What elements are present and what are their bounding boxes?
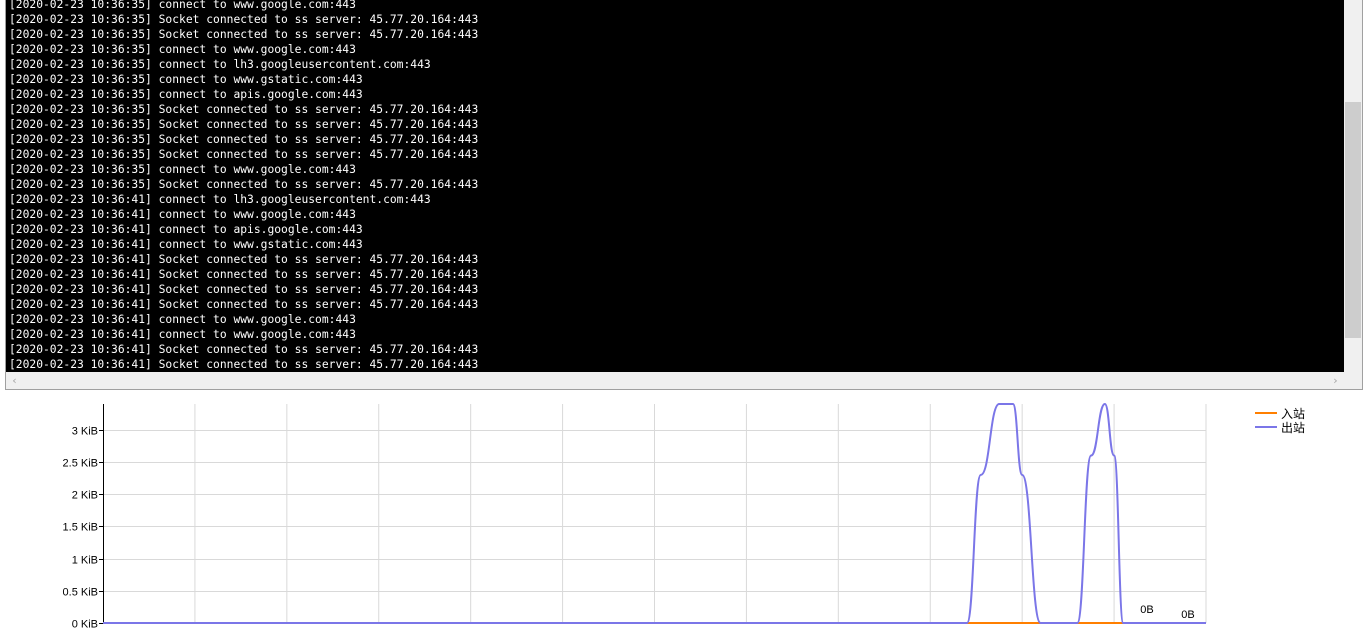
log-line: [2020-02-23 10:36:35] Socket connected t… (9, 178, 479, 191)
log-line: [2020-02-23 10:36:41] Socket connected t… (9, 283, 479, 296)
log-line: [2020-02-23 10:36:41] Socket connected t… (9, 268, 479, 281)
vertical-scrollbar[interactable] (1344, 0, 1362, 372)
log-line: [2020-02-23 10:36:41] connect to www.goo… (9, 208, 356, 221)
series-end-label: 0B (1140, 604, 1153, 616)
y-tick-label: 0 KiB (72, 619, 98, 631)
log-line: [2020-02-23 10:36:41] connect to apis.go… (9, 223, 363, 236)
log-line: [2020-02-23 10:36:35] Socket connected t… (9, 13, 479, 26)
log-panel: [2020-02-23 10:36:35] connect to www.goo… (5, 0, 1363, 390)
log-line: [2020-02-23 10:36:41] Socket connected t… (9, 343, 479, 356)
log-line: [2020-02-23 10:36:41] connect to www.goo… (9, 313, 356, 326)
traffic-chart: 0 KiB 0.5 KiB 1 KiB 1.5 KiB 2 KiB 2.5 KiB 3 Ki… (0, 392, 1363, 635)
log-line: [2020-02-23 10:36:41] Socket connected t… (9, 358, 479, 371)
y-tick-label: 1 KiB (72, 555, 98, 567)
log-line: [2020-02-23 10:36:35] Socket connected t… (9, 148, 479, 161)
log-line: [2020-02-23 10:36:35] connect to www.goo… (9, 163, 356, 176)
log-line: [2020-02-23 10:36:35] Socket connected t… (9, 133, 479, 146)
log-line: [2020-02-23 10:36:41] connect to www.goo… (9, 328, 356, 341)
traffic-chart-svg: 0 KiB 0.5 KiB 1 KiB 1.5 KiB 2 KiB 2.5 KiB 3 Ki… (63, 402, 1305, 631)
series-end-label: 0B (1181, 609, 1194, 621)
scrollbar-corner (1344, 372, 1362, 389)
y-tick-label: 3 KiB (72, 426, 98, 438)
scroll-right-icon[interactable]: › (1327, 372, 1344, 389)
log-line: [2020-02-23 10:36:35] connect to www.goo… (9, 43, 356, 56)
log-line: [2020-02-23 10:36:35] Socket connected t… (9, 103, 479, 116)
log-line: [2020-02-23 10:36:35] Socket connected t… (9, 28, 479, 41)
log-line: [2020-02-23 10:36:35] connect to www.gst… (9, 73, 363, 86)
log-console[interactable]: [2020-02-23 10:36:35] connect to www.goo… (6, 0, 1344, 372)
y-tick-label: 2 KiB (72, 490, 98, 502)
horizontal-scrollbar[interactable]: ‹ › (6, 372, 1344, 389)
log-line: [2020-02-23 10:36:41] Socket connected t… (9, 298, 479, 311)
legend-label: 入站 (1281, 407, 1305, 421)
y-tick-label: 1.5 KiB (63, 522, 98, 534)
log-line: [2020-02-23 10:36:41] connect to lh3.goo… (9, 193, 431, 206)
y-tick-label: 2.5 KiB (63, 458, 98, 470)
log-line: [2020-02-23 10:36:41] Socket connected t… (9, 253, 479, 266)
y-tick-label: 0.5 KiB (63, 587, 98, 599)
vertical-scrollbar-thumb[interactable] (1345, 102, 1361, 338)
log-line: [2020-02-23 10:36:35] connect to www.goo… (9, 0, 356, 11)
legend-label: 出站 (1281, 421, 1305, 435)
scroll-left-icon[interactable]: ‹ (6, 372, 23, 389)
log-line: [2020-02-23 10:36:35] connect to apis.go… (9, 88, 363, 101)
log-line: [2020-02-23 10:36:41] connect to www.gst… (9, 238, 363, 251)
log-line: [2020-02-23 10:36:35] connect to lh3.goo… (9, 58, 431, 71)
log-line: [2020-02-23 10:36:35] Socket connected t… (9, 118, 479, 131)
